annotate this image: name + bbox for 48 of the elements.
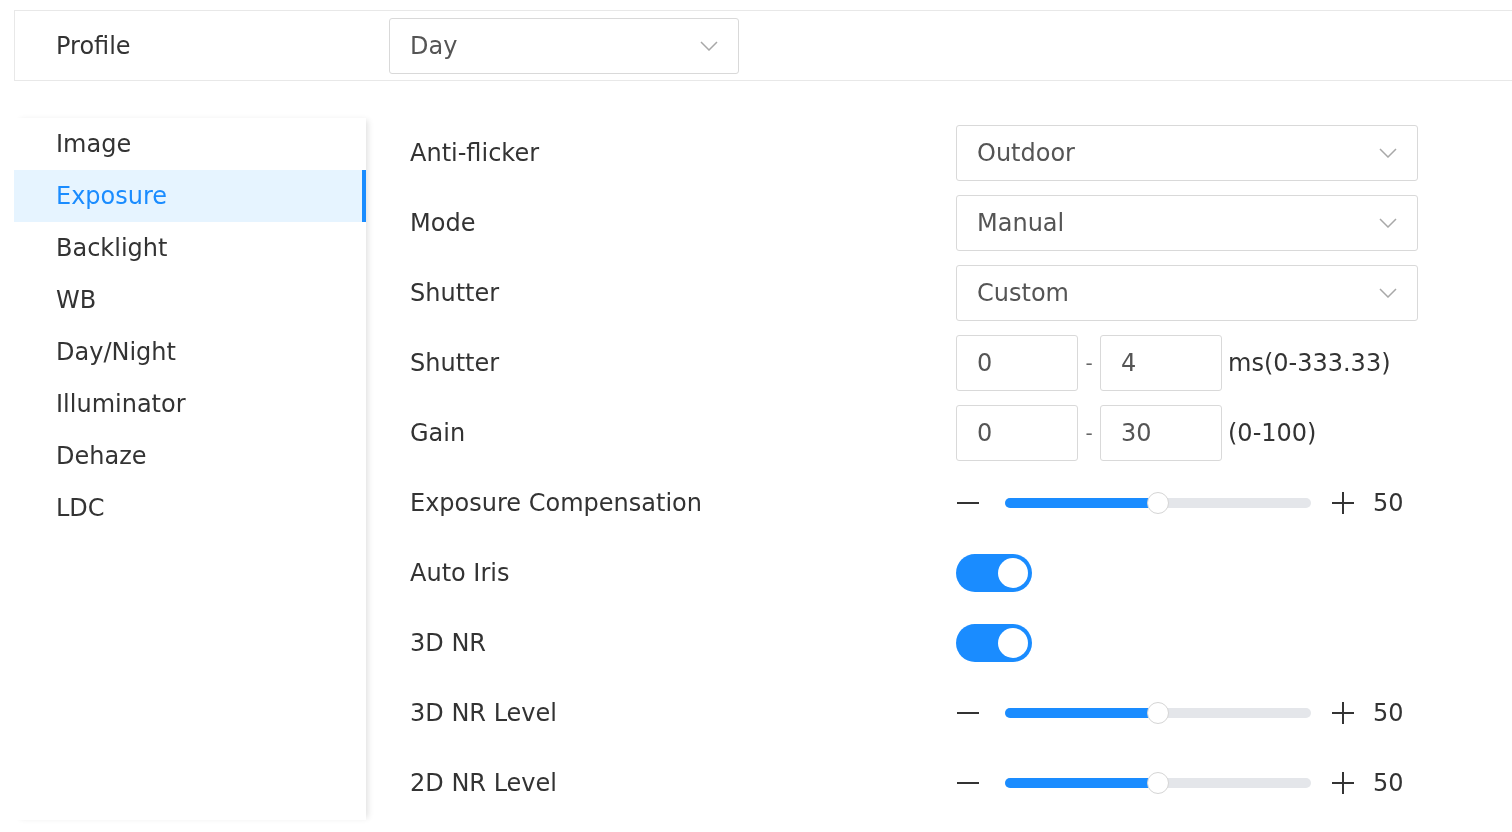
slider-value: 50 — [1373, 769, 1404, 797]
slider[interactable] — [1005, 701, 1311, 725]
input-field[interactable]: 0 — [956, 335, 1078, 391]
setting-label: Exposure Compensation — [410, 489, 703, 517]
input-field[interactable]: 30 — [1100, 405, 1222, 461]
input-field[interactable]: 4 — [1100, 335, 1222, 391]
setting-label: 3D NR Level — [410, 699, 558, 727]
range-separator: - — [1084, 421, 1094, 445]
dropdown[interactable]: Manual — [956, 195, 1418, 251]
toggle-switch[interactable] — [956, 624, 1032, 662]
slider-thumb[interactable] — [1147, 702, 1169, 724]
input-field[interactable]: 0 — [956, 405, 1078, 461]
setting-label: Anti-flicker — [410, 139, 541, 167]
sidebar-item[interactable]: Image — [14, 118, 366, 170]
toggle-switch[interactable] — [956, 554, 1032, 592]
setting-label: Gain — [410, 419, 467, 447]
dropdown[interactable]: Custom — [956, 265, 1418, 321]
sidebar-item[interactable]: WB — [14, 274, 366, 326]
chevron-down-icon — [700, 40, 718, 51]
sidebar-item[interactable]: Day/Night — [14, 326, 366, 378]
slider-thumb[interactable] — [1147, 492, 1169, 514]
range-hint: (0-100) — [1228, 419, 1317, 447]
setting-label: 3D NR — [410, 629, 487, 657]
plus-icon[interactable] — [1331, 771, 1355, 795]
range-separator: - — [1084, 351, 1094, 375]
plus-icon[interactable] — [1331, 701, 1355, 725]
slider-thumb[interactable] — [1147, 772, 1169, 794]
profile-dropdown[interactable]: Day — [389, 17, 739, 74]
slider-value: 50 — [1373, 699, 1404, 727]
slider[interactable] — [1005, 771, 1311, 795]
sidebar-item[interactable]: Dehaze — [14, 430, 366, 482]
profile-label: Profile — [55, 31, 132, 60]
dropdown[interactable]: Outdoor — [956, 125, 1418, 181]
sidebar-item[interactable]: LDC — [14, 482, 366, 534]
chevron-down-icon — [1379, 148, 1397, 158]
chevron-down-icon — [1379, 218, 1397, 228]
chevron-down-icon — [1379, 288, 1397, 298]
slider[interactable] — [1005, 491, 1311, 515]
setting-label: Mode — [410, 209, 477, 237]
setting-label: Shutter — [410, 279, 501, 307]
setting-label: Auto Iris — [410, 559, 511, 587]
slider-value: 50 — [1373, 489, 1404, 517]
sidebar-item[interactable]: Backlight — [14, 222, 366, 274]
range-hint: ms(0-333.33) — [1228, 349, 1391, 377]
plus-icon[interactable] — [1331, 491, 1355, 515]
setting-label: Shutter — [410, 349, 501, 377]
sidebar-item[interactable]: Illuminator — [14, 378, 366, 430]
setting-label: 2D NR Level — [410, 769, 558, 797]
